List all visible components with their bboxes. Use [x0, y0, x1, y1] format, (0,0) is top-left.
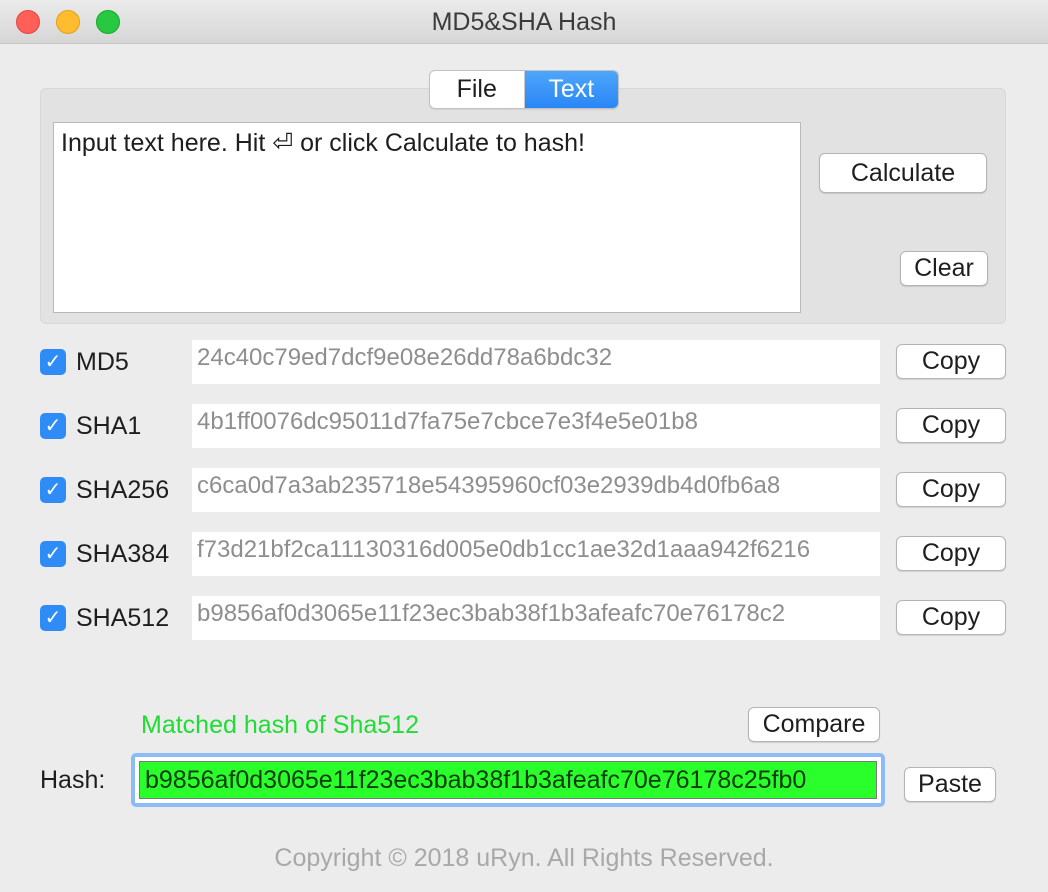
text-input-area[interactable]: Input text here. Hit ⏎ or click Calculat…	[53, 122, 801, 313]
sha256-checkbox[interactable]: ✓	[40, 477, 66, 503]
md5-label: MD5	[76, 348, 129, 376]
sha384-hash-field[interactable]: f73d21bf2ca11130316d005e0db1cc1ae32d1aaa…	[192, 532, 880, 576]
tab-file[interactable]: File	[430, 71, 524, 108]
copyright-footer: Copyright © 2018 uRyn. All Rights Reserv…	[274, 844, 774, 872]
sha512-checkbox[interactable]: ✓	[40, 605, 66, 631]
hash-row-sha384: ✓ SHA384 f73d21bf2ca11130316d005e0db1cc1…	[0, 532, 1048, 576]
hash-input-label: Hash:	[40, 766, 106, 794]
sha384-copy-button[interactable]: Copy	[896, 536, 1006, 571]
clear-button[interactable]: Clear	[900, 251, 988, 286]
sha256-hash-field[interactable]: c6ca0d7a3ab235718e54395960cf03e2939db4d0…	[192, 468, 880, 512]
hash-row-sha256: ✓ SHA256 c6ca0d7a3ab235718e54395960cf03e…	[0, 468, 1048, 512]
hash-row-sha1: ✓ SHA1 4b1ff0076dc95011d7fa75e7cbce7e3f4…	[0, 404, 1048, 448]
hash-row-sha512: ✓ SHA512 b9856af0d3065e11f23ec3bab38f1b3…	[0, 596, 1048, 640]
app-window: MD5&SHA Hash File Text Input text here. …	[0, 0, 1048, 892]
sha512-hash-field[interactable]: b9856af0d3065e11f23ec3bab38f1b3afeafc70e…	[192, 596, 880, 640]
compare-hash-input[interactable]: b9856af0d3065e11f23ec3bab38f1b3afeafc70e…	[139, 761, 877, 799]
window-title: MD5&SHA Hash	[431, 8, 617, 36]
sha256-label: SHA256	[76, 476, 170, 504]
sha512-copy-button[interactable]: Copy	[896, 600, 1006, 635]
checkmark-icon: ✓	[44, 607, 62, 629]
checkmark-icon: ✓	[44, 543, 62, 565]
mode-tabs: File Text	[429, 70, 619, 109]
sha384-label: SHA384	[76, 540, 170, 568]
title-bar[interactable]: MD5&SHA Hash	[0, 0, 1048, 44]
paste-button[interactable]: Paste	[904, 767, 996, 802]
compare-button[interactable]: Compare	[748, 707, 880, 742]
calculate-button[interactable]: Calculate	[819, 153, 987, 193]
hash-input-focus-ring: b9856af0d3065e11f23ec3bab38f1b3afeafc70e…	[131, 753, 885, 807]
sha1-label: SHA1	[76, 412, 142, 440]
checkmark-icon: ✓	[44, 479, 62, 501]
sha1-checkbox[interactable]: ✓	[40, 413, 66, 439]
sha512-label: SHA512	[76, 604, 170, 632]
checkmark-icon: ✓	[44, 351, 62, 373]
tab-text[interactable]: Text	[523, 71, 618, 108]
md5-hash-field[interactable]: 24c40c79ed7dcf9e08e26dd78a6bdc32	[192, 340, 880, 384]
hash-row-md5: ✓ MD5 24c40c79ed7dcf9e08e26dd78a6bdc32 C…	[0, 340, 1048, 384]
match-status: Matched hash of Sha512	[141, 711, 419, 739]
sha1-hash-field[interactable]: 4b1ff0076dc95011d7fa75e7cbce7e3f4e5e01b8	[192, 404, 880, 448]
sha256-copy-button[interactable]: Copy	[896, 472, 1006, 507]
md5-checkbox[interactable]: ✓	[40, 349, 66, 375]
checkmark-icon: ✓	[44, 415, 62, 437]
sha384-checkbox[interactable]: ✓	[40, 541, 66, 567]
md5-copy-button[interactable]: Copy	[896, 344, 1006, 379]
sha1-copy-button[interactable]: Copy	[896, 408, 1006, 443]
